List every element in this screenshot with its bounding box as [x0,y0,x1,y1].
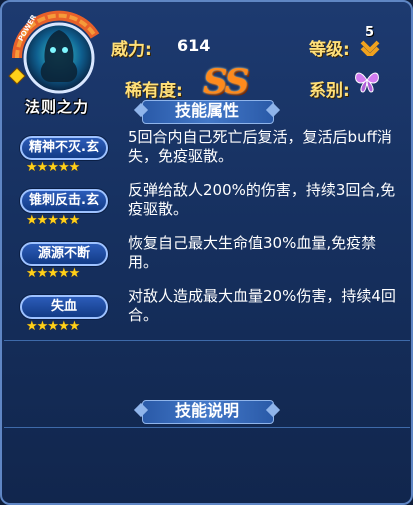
level-icon: 5 [359,25,381,59]
divider [4,427,410,428]
skill-description: 对敌人造成最大血量20%伤害，持续4回合。 [128,287,396,324]
rarity-value: SS [203,62,249,102]
skill-name-badge[interactable]: 失血 [20,295,108,319]
butterfly-icon [353,66,381,94]
power-value: 614 [177,36,211,55]
skill-name-badge[interactable]: 精神不灭.玄 [20,136,108,160]
attributes-section-title: 技能属性 [133,98,281,124]
level-value: 5 [365,25,375,40]
skill-avatar[interactable]: POWER [7,6,109,106]
skill-description: 5回合内自己死亡后复活，复活后buff消失，免疫驱散。 [128,128,392,165]
skill-name-badge[interactable]: 源源不断 [20,242,108,266]
skill-name-badge[interactable]: 锥刺反击.玄 [20,189,108,213]
divider [4,340,410,341]
skill-header: POWER 法则之力 威力: 614 等级: 5 稀有度: SS 系别: [5,4,409,116]
power-label: 威力: [111,40,152,60]
description-section-title: 技能说明 [133,398,281,424]
skill-description: 恢复自己最大生命值30%血量,免疫禁用。 [128,234,377,271]
star-rating: ★★★★★ [26,213,80,228]
star-rating: ★★★★★ [26,160,80,175]
skill-description: 反弹给敌人200%的伤害，持续3回合,免疫驱散。 [128,181,396,218]
avatar-frame [8,10,100,94]
skill-row: 锥刺反击.玄 ★★★★★ 反弹给敌人200%的伤害，持续3回合,免疫驱散。 [10,181,406,233]
star-rating: ★★★★★ [26,319,80,334]
level-label: 等级: [309,40,350,60]
skill-row: 精神不灭.玄 ★★★★★ 5回合内自己死亡后复活，复活后buff消失，免疫驱散。 [10,128,406,180]
skill-row: 失血 ★★★★★ 对敌人造成最大血量20%伤害，持续4回合。 [10,287,406,339]
type-label: 系别: [309,81,350,101]
skill-row: 源源不断 ★★★★★ 恢复自己最大生命值30%血量,免疫禁用。 [10,234,406,286]
star-rating: ★★★★★ [26,266,80,281]
skill-detail-panel: POWER 法则之力 威力: 614 等级: 5 稀有度: SS 系别: 技能属… [0,0,413,505]
skill-name: 法则之力 [25,98,90,116]
